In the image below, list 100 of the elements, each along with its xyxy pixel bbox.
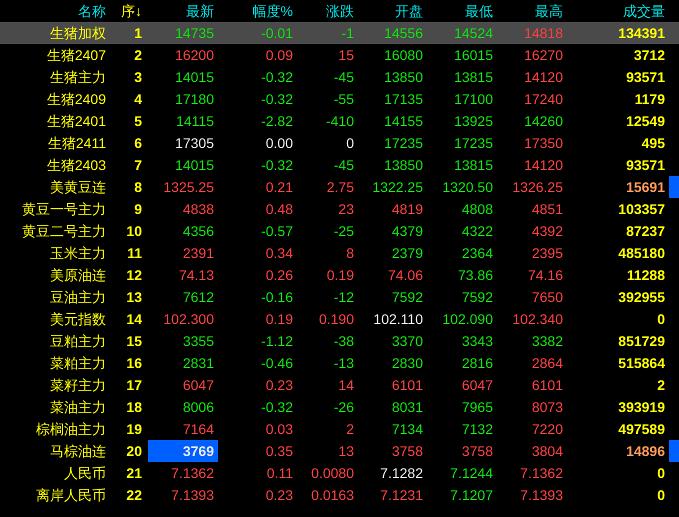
table-cell-text: 102.300 — [163, 310, 215, 329]
table-cell-text: -410 — [326, 112, 355, 131]
sequence-cell-text: 8 — [133, 178, 143, 197]
name-cell-text: 人民币 — [63, 464, 107, 483]
name-cell-text: 生猪2409 — [46, 90, 107, 109]
table-cell-text: 2 — [346, 420, 355, 439]
table-cell-text: -12 — [334, 288, 355, 307]
table-cell-text: 0.03 — [266, 420, 294, 439]
quote-row[interactable]: 生猪加权 1 14735 -0.01 -1 14556 14524 14818 134391 — [0, 22, 679, 44]
table-cell-text: 14524 — [454, 24, 494, 43]
table-cell-text: 7.1393 — [171, 486, 215, 505]
table-cell-text: 14015 — [175, 68, 215, 87]
table-cell-text: 7.1282 — [380, 464, 424, 483]
table-cell-text: 7592 — [392, 288, 424, 307]
table-cell-text: 4838 — [182, 200, 215, 219]
sequence-cell-text: 20 — [125, 442, 143, 461]
sequence-cell-text: 17 — [125, 376, 143, 395]
table-cell-text: 7132 — [462, 420, 494, 439]
table-cell-text: 17350 — [524, 134, 564, 153]
table-cell-text: 17240 — [524, 90, 564, 109]
table-cell-text: 17100 — [454, 90, 494, 109]
table-cell-text: -0.16 — [261, 288, 294, 307]
table-cell-text: 4851 — [532, 200, 564, 219]
table-cell-text: 7134 — [392, 420, 424, 439]
table-cell-text: 7220 — [532, 420, 564, 439]
name-cell-text: 棕榈油主力 — [35, 420, 107, 439]
table-cell-text: 2816 — [462, 354, 494, 373]
name-cell-text: 黄豆二号主力 — [21, 222, 107, 241]
table-cell-text: 13 — [338, 442, 355, 461]
table-cell-text: -13 — [334, 354, 355, 373]
column-header[interactable]: 名称 — [0, 0, 108, 22]
sequence-cell-text: 21 — [125, 464, 143, 483]
table-cell-text: 0.09 — [266, 46, 294, 65]
table-cell-text: 14115 — [176, 112, 215, 131]
table-cell-text: 2395 — [532, 244, 564, 263]
table-cell-text: 15 — [338, 46, 355, 65]
table-cell-text: 1179 — [634, 90, 665, 109]
table-cell-text: 3343 — [462, 332, 494, 351]
highlighted-cell: 3769 — [148, 440, 218, 462]
table-cell-text: 6101 — [532, 376, 564, 395]
table-cell-text: 74.06 — [388, 266, 424, 285]
sequence-cell-text: 16 — [125, 354, 143, 373]
sequence-cell-text: 3 — [133, 68, 143, 87]
table-cell-text: 17135 — [384, 90, 424, 109]
table-cell-text: 0.34 — [266, 244, 294, 263]
table-cell-text: 851729 — [618, 332, 665, 351]
column-header[interactable]: 成交量 — [566, 0, 665, 22]
table-cell-text: 13850 — [384, 156, 424, 175]
table-cell-text: 16270 — [524, 46, 564, 65]
table-cell-text: 14260 — [524, 112, 564, 131]
table-cell-text: 14120 — [524, 156, 564, 175]
table-cell-text: -0.32 — [261, 398, 294, 417]
table-cell-text: 0.48 — [266, 200, 294, 219]
table-cell-text: 0.26 — [266, 266, 294, 285]
name-cell-text: 美黄豆连 — [49, 178, 107, 197]
name-cell-text: 菜油主力 — [49, 398, 107, 417]
table-cell-text: 3370 — [392, 332, 424, 351]
table-cell-text: 4819 — [392, 200, 424, 219]
column-header[interactable]: 幅度% — [218, 0, 296, 22]
name-cell-text: 玉米主力 — [49, 244, 107, 263]
table-cell-text: 515864 — [618, 354, 665, 373]
table-cell-text: 2864 — [532, 354, 564, 373]
table-cell-text: 0.00 — [266, 134, 294, 153]
table-cell-text: -0.32 — [261, 90, 294, 109]
table-cell-text: 13850 — [384, 68, 424, 87]
table-cell-text: -1.12 — [261, 332, 294, 351]
column-header[interactable]: 最低 — [426, 0, 496, 22]
table-cell-text: 6047 — [182, 376, 215, 395]
table-cell-text: 485180 — [618, 244, 665, 263]
name-cell-text: 美原油连 — [49, 266, 107, 285]
table-cell-text: 14818 — [524, 24, 564, 43]
sequence-cell-text: 15 — [125, 332, 143, 351]
sequence-cell-text: 7 — [133, 156, 143, 175]
column-header[interactable]: 最新 — [148, 0, 218, 22]
table-cell-text: 2.75 — [326, 178, 355, 197]
table-cell-text: 7592 — [462, 288, 494, 307]
table-cell-text: 495 — [642, 134, 665, 153]
column-header[interactable]: 开盘 — [356, 0, 426, 22]
table-cell-text: 4356 — [182, 222, 215, 241]
table-cell-text: 1320.50 — [442, 178, 494, 197]
column-header[interactable]: 序↓ — [108, 0, 148, 22]
table-cell-text: 17235 — [384, 134, 424, 153]
table-cell-text: 7.1231 — [380, 486, 424, 505]
column-header[interactable]: 涨跌 — [296, 0, 356, 22]
column-header[interactable]: 最高 — [496, 0, 566, 22]
sequence-cell-text: 13 — [125, 288, 143, 307]
table-cell-text: 0.35 — [266, 442, 294, 461]
table-cell-text: -45 — [334, 68, 355, 87]
sequence-cell-text: 5 — [133, 112, 143, 131]
table-cell-text: 2830 — [392, 354, 424, 373]
name-cell-text: 美元指数 — [49, 310, 107, 329]
name-cell-text: 马棕油连 — [49, 442, 107, 461]
sequence-cell-text: 18 — [125, 398, 143, 417]
table-cell-text: 3804 — [532, 442, 564, 461]
table-cell-text: 14 — [338, 376, 355, 395]
sequence-cell-text: 1 — [133, 24, 143, 43]
table-cell-text: 3758 — [462, 442, 494, 461]
name-cell-text: 生猪2401 — [46, 112, 107, 131]
table-cell-text: 0.11 — [266, 464, 294, 483]
table-cell-text: 0.0080 — [311, 464, 355, 483]
